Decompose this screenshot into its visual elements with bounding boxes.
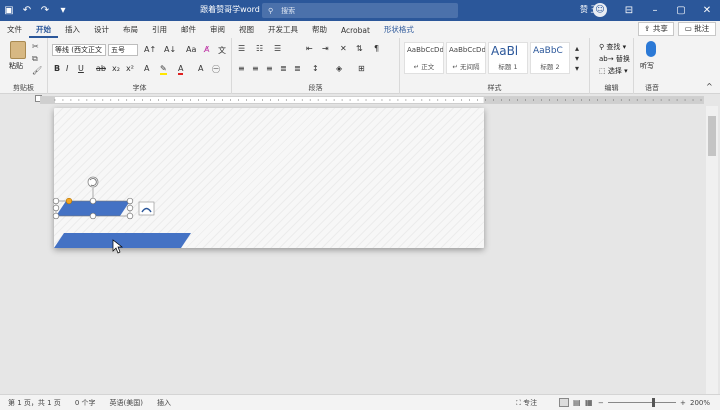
status-bar: 第 1 页，共 1 页 0 个字 英语(美国) 插入 ⛶ 专注 ▤ ▦ − + … bbox=[0, 394, 720, 410]
insert-mode[interactable]: 插入 bbox=[157, 398, 171, 408]
zoom-out-icon[interactable]: − bbox=[598, 399, 604, 407]
resize-handle-ne[interactable] bbox=[126, 197, 134, 205]
resize-handle-sw[interactable] bbox=[52, 212, 60, 220]
adjust-handle[interactable] bbox=[65, 197, 73, 205]
word-count[interactable]: 0 个字 bbox=[75, 398, 96, 408]
scrollbar-thumb[interactable] bbox=[708, 116, 716, 156]
vertical-scrollbar[interactable] bbox=[706, 106, 718, 394]
page-count[interactable]: 第 1 页，共 1 页 bbox=[8, 398, 61, 408]
web-layout-icon[interactable]: ▦ bbox=[585, 398, 593, 407]
resize-handle-e[interactable] bbox=[126, 204, 134, 212]
zoom-level[interactable]: 200% bbox=[690, 399, 710, 407]
zoom-slider[interactable] bbox=[608, 402, 676, 403]
read-mode-icon[interactable] bbox=[559, 398, 569, 407]
zoom-in-icon[interactable]: + bbox=[680, 399, 686, 407]
language-indicator[interactable]: 英语(美国) bbox=[110, 398, 143, 408]
resize-handle-se[interactable] bbox=[126, 212, 134, 220]
print-layout-icon[interactable]: ▤ bbox=[573, 398, 581, 407]
focus-button[interactable]: ⛶ 专注 bbox=[516, 398, 537, 408]
focus-label: 专注 bbox=[523, 398, 538, 407]
zoom-slider-thumb[interactable] bbox=[652, 398, 655, 407]
parallelogram-shape[interactable] bbox=[54, 233, 191, 248]
resize-handle-nw[interactable] bbox=[52, 197, 60, 205]
resize-handle-s[interactable] bbox=[89, 212, 97, 220]
resize-handle-w[interactable] bbox=[52, 204, 60, 212]
resize-handle-n[interactable] bbox=[89, 197, 97, 205]
shape-layer bbox=[52, 176, 191, 254]
